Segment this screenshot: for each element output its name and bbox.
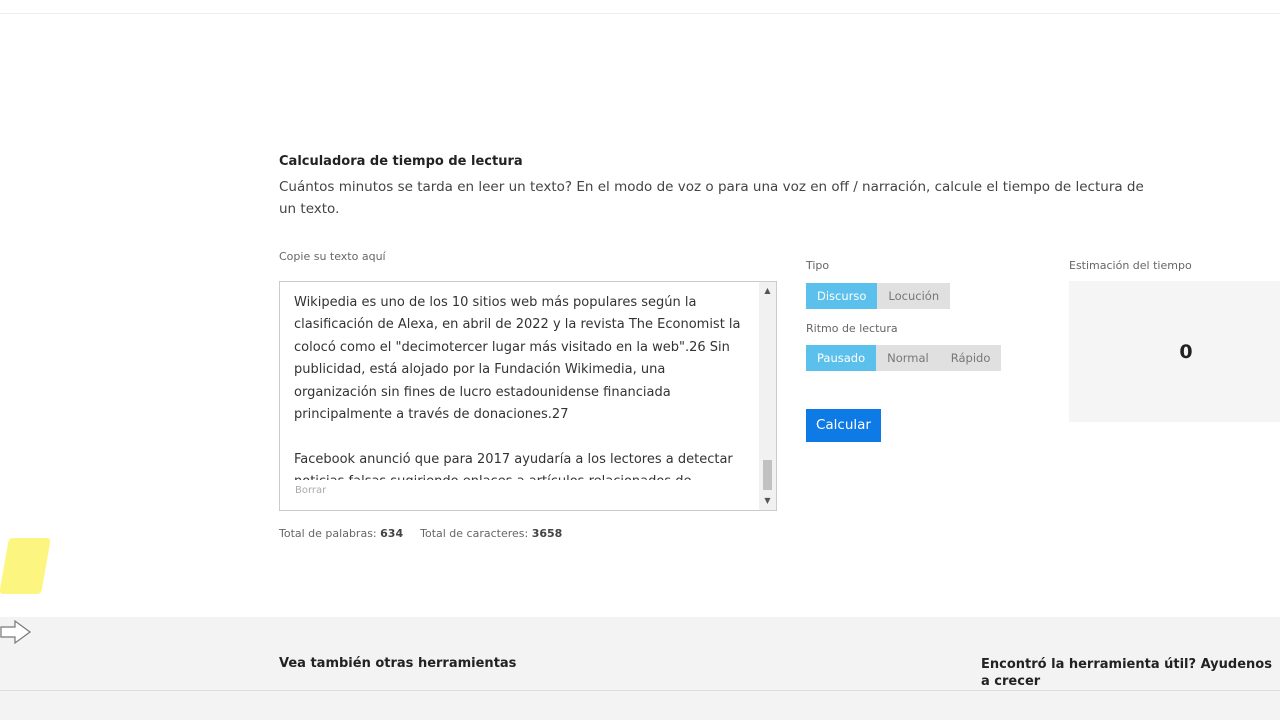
calculate-button[interactable]: Calcular bbox=[806, 409, 881, 442]
top-divider bbox=[0, 13, 1280, 14]
pace-label: Ritmo de lectura bbox=[806, 322, 898, 335]
page-title: Calculadora de tiempo de lectura bbox=[279, 154, 523, 169]
char-count-value: 3658 bbox=[531, 527, 563, 540]
type-option-locucion[interactable]: Locución bbox=[877, 283, 950, 309]
estimate-label: Estimación del tiempo bbox=[1069, 259, 1192, 272]
pace-option-pausado[interactable]: Pausado bbox=[806, 345, 877, 371]
text-paragraph: Facebook anunció que para 2017 ayudaría … bbox=[294, 451, 733, 480]
text-input-content[interactable]: Wikipedia es uno de los 10 sitios web má… bbox=[294, 292, 749, 480]
clear-link[interactable]: Borrar bbox=[295, 485, 327, 496]
help-heading: Encontró la herramienta útil? Ayudenos a… bbox=[981, 657, 1272, 689]
text-stats: Total de palabras: 634 Total de caracter… bbox=[279, 527, 562, 540]
pace-selector: Pausado Normal Rápido bbox=[806, 345, 1002, 371]
footer-divider bbox=[0, 690, 1280, 691]
see-also-heading: Vea también otras herramientas bbox=[279, 656, 517, 671]
text-paragraph: Wikipedia es uno de los 10 sitios web má… bbox=[294, 295, 741, 423]
page-description: Cuántos minutos se tarda en leer un text… bbox=[279, 179, 1144, 217]
highlighter-mark bbox=[0, 538, 51, 594]
scroll-up-icon[interactable]: ▲ bbox=[759, 284, 776, 298]
type-selector: Discurso Locución bbox=[806, 283, 951, 309]
estimate-panel: 0 bbox=[1069, 281, 1280, 422]
word-count-label: Total de palabras: bbox=[279, 527, 377, 540]
type-option-discurso[interactable]: Discurso bbox=[806, 283, 878, 309]
text-input-area[interactable]: Wikipedia es uno de los 10 sitios web má… bbox=[279, 281, 777, 511]
estimate-value: 0 bbox=[1179, 341, 1193, 363]
scroll-thumb[interactable] bbox=[763, 460, 772, 490]
hand-pointer-icon bbox=[0, 619, 32, 645]
word-count-value: 634 bbox=[380, 527, 404, 540]
scroll-down-icon[interactable]: ▼ bbox=[759, 494, 776, 508]
pace-option-rapido[interactable]: Rápido bbox=[940, 345, 1002, 371]
char-count-label: Total de caracteres: bbox=[420, 527, 529, 540]
pace-option-normal[interactable]: Normal bbox=[876, 345, 940, 371]
text-input-label: Copie su texto aquí bbox=[279, 250, 386, 263]
text-scrollbar[interactable]: ▲ ▼ bbox=[759, 282, 776, 510]
type-label: Tipo bbox=[806, 259, 830, 272]
